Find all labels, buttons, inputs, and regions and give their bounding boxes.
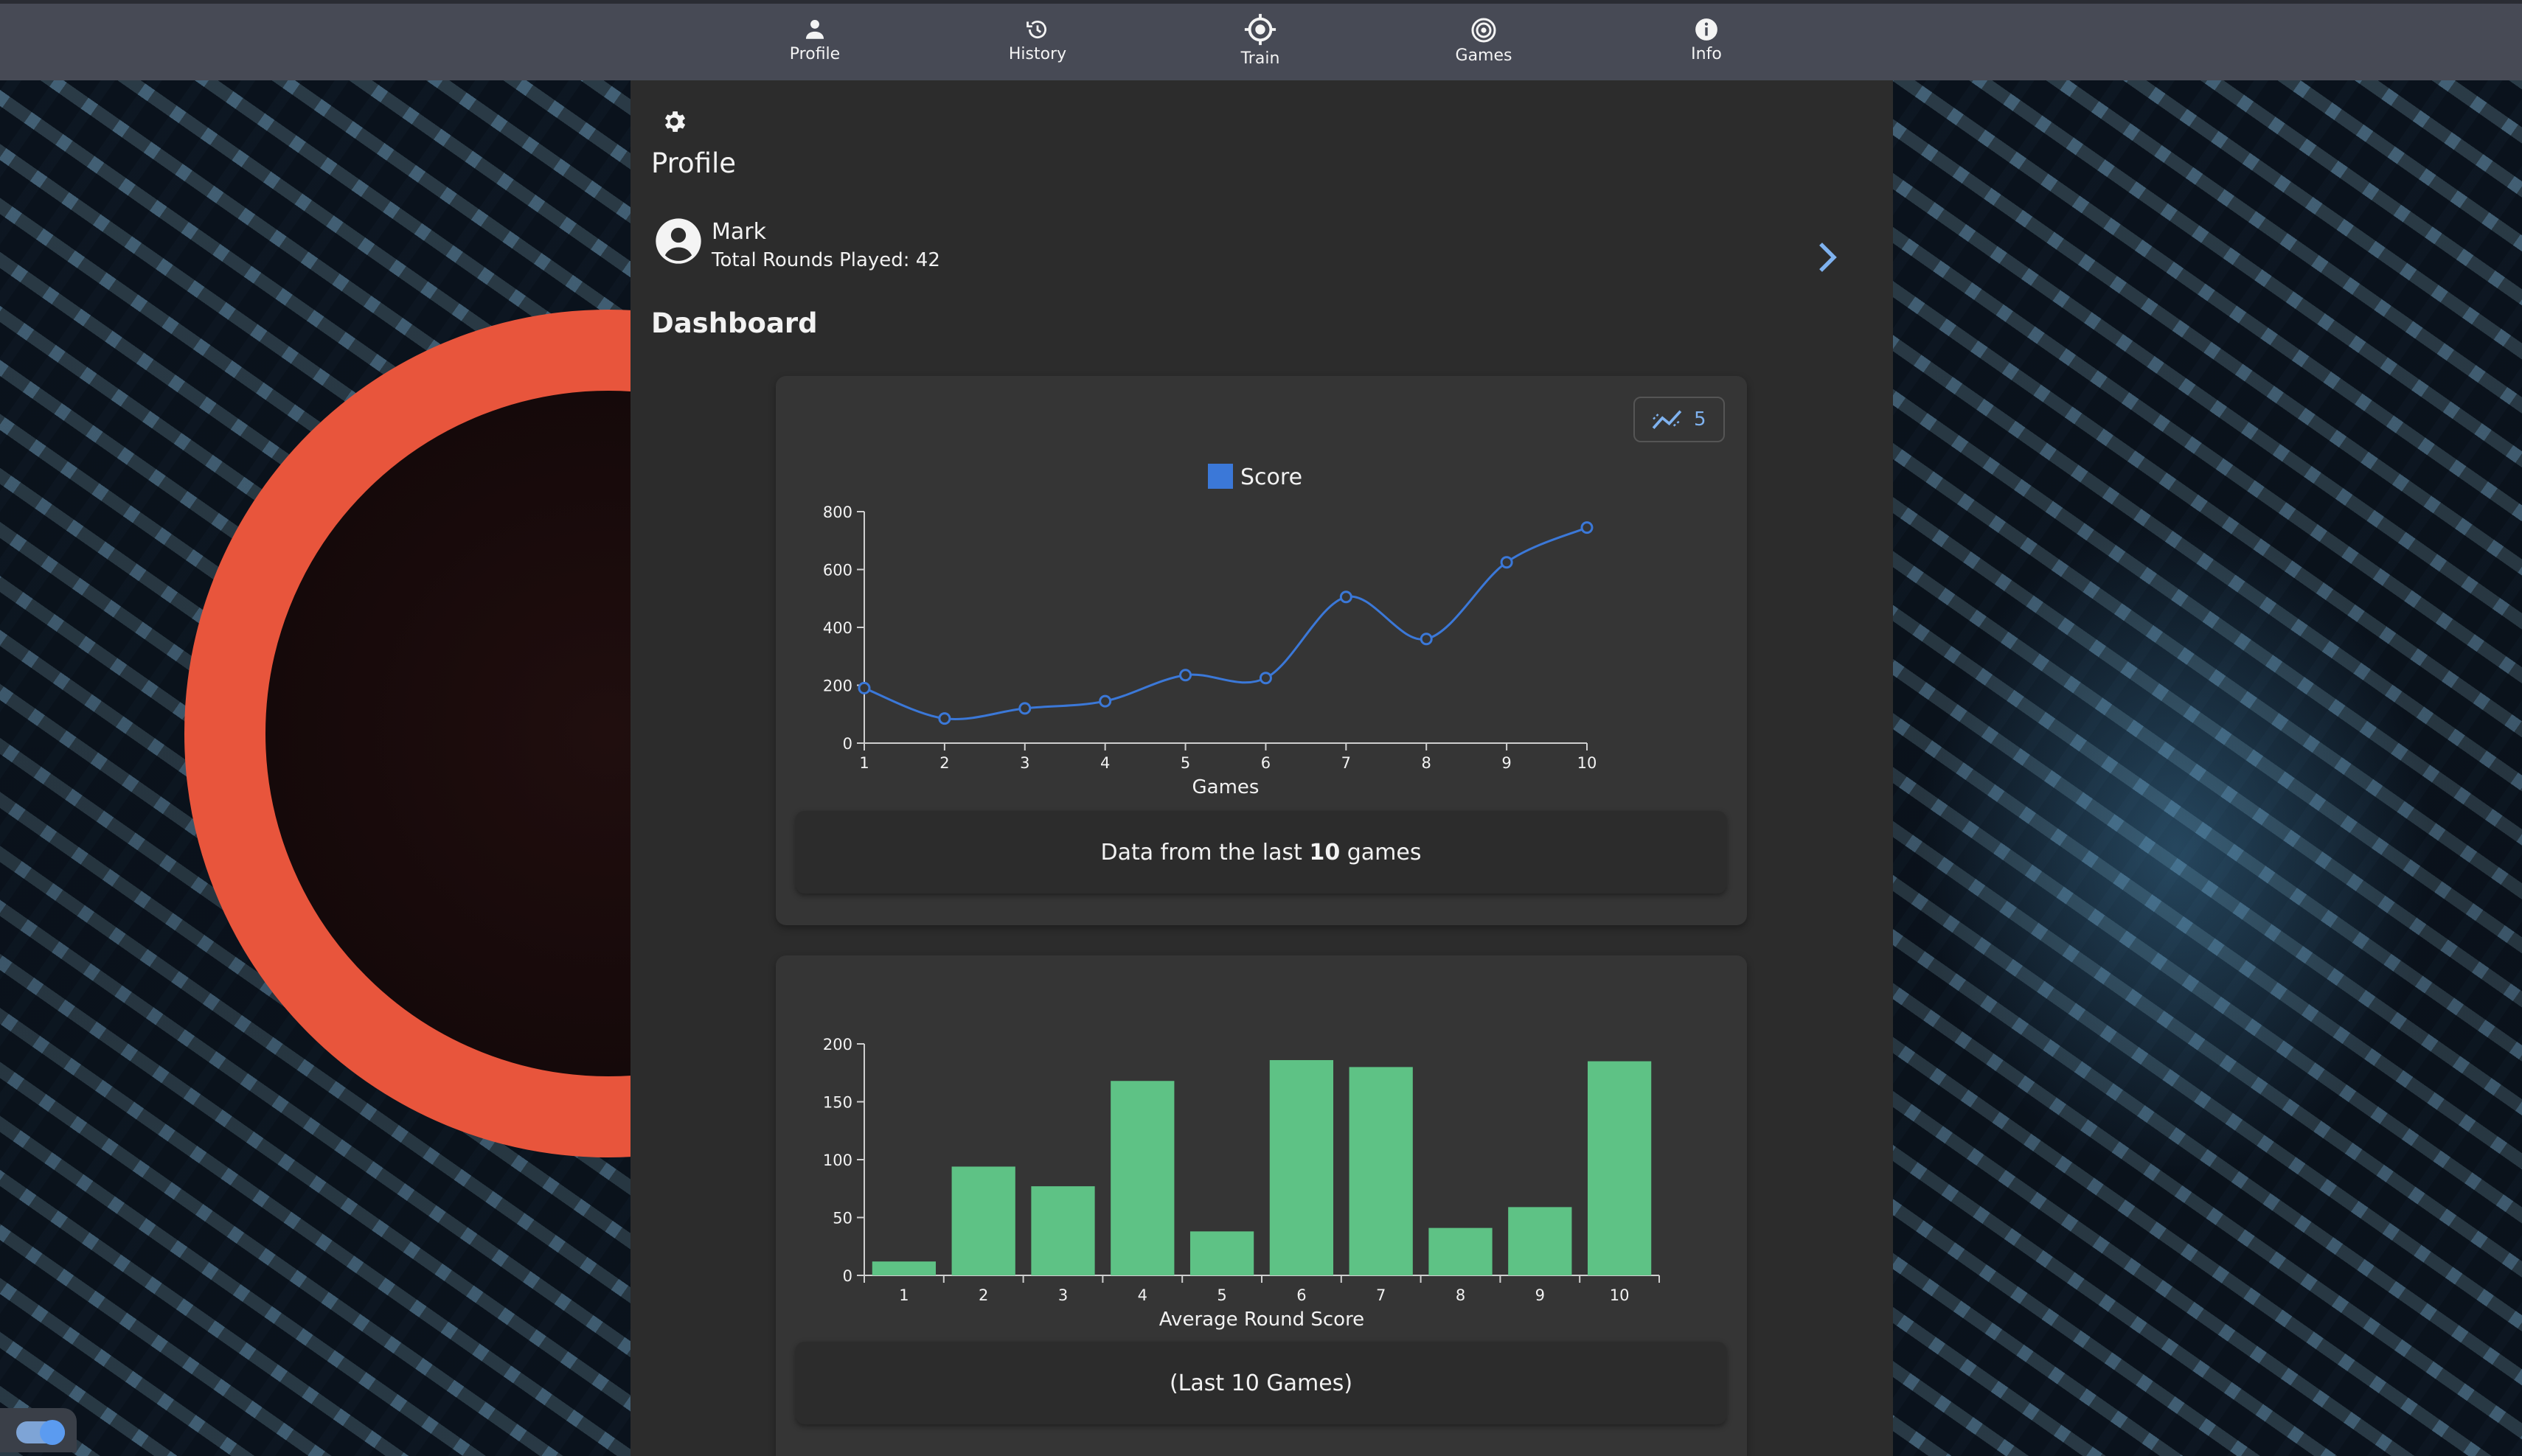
nav-label: Info: [1691, 45, 1722, 63]
nav-label: Games: [1455, 46, 1512, 65]
score-data-point: [1580, 521, 1594, 534]
x-tick-label: 3: [1020, 754, 1029, 772]
score-data-point: [1099, 694, 1112, 708]
avg-score-bar-chart: 0 50 100 150 200 1 2 3 4 5 6 7 8 9 10 Average Round Sco…: [823, 1036, 1660, 1331]
settings-button[interactable]: [660, 108, 688, 139]
y-tick-label: 600: [823, 562, 852, 579]
x-tick-label: 1: [859, 754, 869, 772]
bar: [1428, 1227, 1493, 1275]
x-tick-label: 10: [1610, 1286, 1630, 1304]
y-tick-label: 200: [823, 678, 852, 695]
nav-label: Train: [1240, 49, 1280, 68]
x-tick-label: 9: [1535, 1286, 1545, 1304]
score-data-point: [1500, 556, 1513, 569]
score-series-line: [864, 526, 1588, 720]
bar: [1349, 1067, 1413, 1275]
bar: [1269, 1059, 1334, 1275]
profile-rounds: Total Rounds Played: 42: [712, 249, 940, 271]
chevron-right-icon: [1819, 243, 1837, 272]
crosshair-icon: [1244, 13, 1276, 46]
caption-suffix: games: [1340, 839, 1422, 865]
x-tick-label: 9: [1501, 754, 1511, 772]
gear-icon: [664, 111, 686, 132]
score-line-chart: Score 0 200 400 600 800 1 2 3 4 5 6 7 8 9 10 Games: [823, 464, 1597, 796]
nav-item-profile[interactable]: Profile: [741, 17, 889, 63]
profile-name: Mark: [712, 219, 766, 245]
nav-item-history[interactable]: History: [964, 17, 1111, 63]
chart-legend: Score: [1208, 464, 1302, 490]
bar: [1031, 1186, 1095, 1275]
y-tick-label: 150: [823, 1094, 852, 1112]
score-data-point: [1179, 669, 1192, 682]
avatar-icon: [656, 218, 701, 264]
x-tick-label: 2: [939, 754, 949, 772]
score-data-point: [1420, 633, 1433, 646]
x-tick-label: 5: [1217, 1286, 1226, 1304]
x-tick-label: 4: [1138, 1286, 1147, 1304]
x-tick-label: 7: [1376, 1286, 1386, 1304]
bar: [1189, 1231, 1254, 1275]
y-tick-label: 0: [843, 735, 852, 753]
y-tick-label: 400: [823, 619, 852, 637]
profile-row[interactable]: Mark Total Rounds Played: 42: [649, 210, 1844, 306]
person-icon: [805, 19, 824, 39]
x-axis-label: Average Round Score: [1159, 1309, 1364, 1331]
score-data-point: [858, 681, 871, 694]
score-data-point: [1339, 591, 1352, 604]
legend-label: Score: [1240, 464, 1302, 490]
dashboard-title: Dashboard: [651, 307, 818, 339]
x-tick-label: 4: [1100, 754, 1110, 772]
nav-item-train[interactable]: Train: [1187, 13, 1334, 68]
y-tick-label: 50: [833, 1210, 852, 1227]
x-tick-label: 7: [1341, 754, 1351, 772]
x-tick-label: 8: [1422, 754, 1431, 772]
y-tick-label: 100: [823, 1152, 852, 1169]
bar: [872, 1261, 937, 1275]
bar: [951, 1166, 1015, 1275]
page-title: Profile: [651, 147, 737, 179]
bar: [1587, 1061, 1652, 1275]
bar: [1111, 1081, 1175, 1275]
y-tick-label: 200: [823, 1036, 852, 1053]
y-tick-label: 0: [843, 1267, 852, 1285]
nav-item-info[interactable]: Info: [1633, 17, 1780, 63]
avg-caption: (Last 10 Games): [796, 1342, 1726, 1424]
score-data-point: [1259, 672, 1272, 685]
target-icon: [1471, 18, 1496, 43]
x-tick-label: 8: [1456, 1286, 1465, 1304]
history-icon: [1026, 20, 1046, 39]
y-tick-label: 800: [823, 504, 852, 521]
nav-item-games[interactable]: Games: [1410, 17, 1557, 65]
toggle-knob: [40, 1420, 65, 1445]
top-nav: Profile History Train Games Info: [0, 0, 2522, 80]
legend-swatch: [1208, 464, 1233, 489]
avg-score-card: 0 50 100 150 200 1 2 3 4 5 6 7 8 9 10 Average Round Sco…: [776, 955, 1747, 1456]
caption-prefix: Data from the last: [1100, 839, 1310, 865]
score-data-point: [938, 712, 951, 725]
background-glow: [1917, 516, 2434, 1180]
x-tick-label: 10: [1577, 754, 1597, 772]
x-tick-label: 5: [1181, 754, 1190, 772]
x-axis-label: Games: [1192, 776, 1260, 796]
score-card: 5 Score 0 200 400 600 800 1 2 3 4 5 6 7 8 9 10 Games Dat…: [776, 376, 1747, 925]
x-tick-label: 6: [1261, 754, 1271, 772]
x-tick-label: 1: [899, 1286, 909, 1304]
caption-count: 10: [1309, 839, 1341, 865]
nav-label: History: [1008, 45, 1067, 63]
x-tick-label: 3: [1058, 1286, 1068, 1304]
score-data-point: [1018, 702, 1032, 715]
x-tick-label: 2: [979, 1286, 988, 1304]
theme-toggle[interactable]: [0, 1408, 77, 1452]
nav-label: Profile: [789, 45, 841, 63]
info-icon: [1695, 18, 1717, 41]
score-caption: Data from the last 10 games: [796, 811, 1726, 894]
bar: [1508, 1207, 1572, 1275]
x-tick-label: 6: [1296, 1286, 1306, 1304]
